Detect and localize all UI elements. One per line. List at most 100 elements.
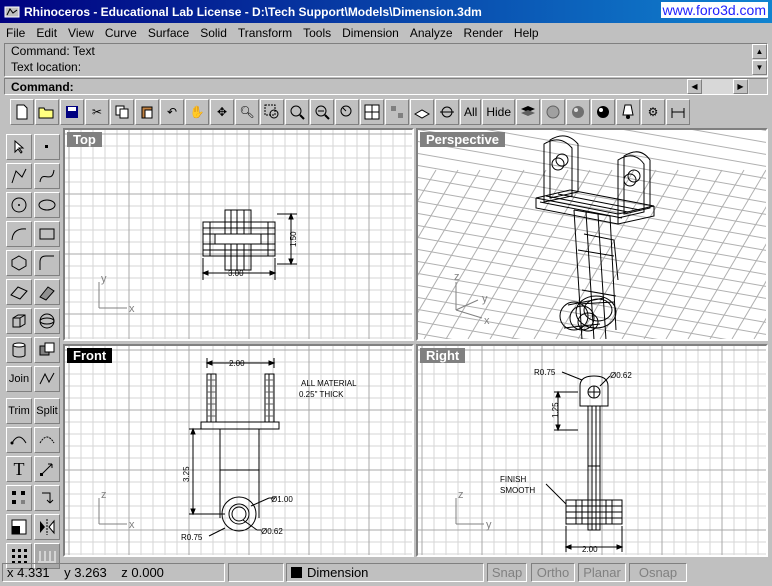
arc-icon[interactable]: [6, 221, 32, 247]
menu-curve[interactable]: Curve: [105, 26, 137, 40]
command-history: Command: Text Text location: ▲ ▼: [4, 43, 768, 77]
rotate-view-icon[interactable]: ✥: [210, 99, 234, 125]
title-bar: Rhinoceros - Educational Lab License - D…: [0, 0, 772, 23]
mirror-icon[interactable]: [34, 514, 60, 540]
box-icon[interactable]: [6, 308, 32, 334]
array-icon[interactable]: [6, 485, 32, 511]
layers-icon[interactable]: [516, 99, 541, 125]
viewport-top[interactable]: Top 3.00 1.50 y x: [63, 128, 414, 341]
note-line-1: FINISH: [500, 475, 526, 484]
ortho-toggle[interactable]: Ortho: [531, 563, 575, 582]
select-arrow-icon[interactable]: [6, 134, 32, 160]
sweep-icon[interactable]: [34, 279, 60, 305]
zoom-selected-icon[interactable]: [310, 99, 334, 125]
scroll-right-icon[interactable]: ▶: [733, 79, 748, 94]
zoom-icon[interactable]: 🔍︎: [235, 99, 259, 125]
viewport-right[interactable]: Right R0.75 Ø0.62 1.25 2.00 FINISH SMOOT…: [416, 344, 768, 557]
paste-icon[interactable]: [135, 99, 159, 125]
history-line: Text location:: [11, 60, 82, 74]
hide-button[interactable]: Hide: [482, 99, 516, 125]
scroll-up-icon[interactable]: ▲: [752, 44, 767, 59]
trim-button[interactable]: Trim: [6, 398, 32, 424]
point-icon[interactable]: [34, 134, 60, 160]
open-folder-icon[interactable]: [35, 99, 59, 125]
note-line-2: 0.25" THICK: [299, 390, 344, 399]
current-layer[interactable]: Dimension: [286, 563, 484, 582]
split-button[interactable]: Split: [34, 398, 60, 424]
circle-icon[interactable]: [6, 192, 32, 218]
z-value: 0.000: [131, 565, 164, 580]
join-button[interactable]: Join: [6, 366, 32, 392]
menu-dimension[interactable]: Dimension: [342, 26, 399, 40]
cylinder-icon[interactable]: [6, 337, 32, 363]
menu-help[interactable]: Help: [514, 26, 539, 40]
four-viewports-icon[interactable]: [360, 99, 384, 125]
menu-tools[interactable]: Tools: [303, 26, 331, 40]
move-icon[interactable]: [34, 456, 60, 482]
dim-height-label: 1.50: [289, 231, 298, 247]
viewport-title[interactable]: Front: [67, 348, 113, 363]
copy-icon[interactable]: [110, 99, 134, 125]
dim-inner-diameter: Ø0.62: [261, 527, 283, 536]
snap-toggle[interactable]: Snap: [487, 563, 527, 582]
menu-solid[interactable]: Solid: [200, 26, 227, 40]
rotate-icon[interactable]: [34, 485, 60, 511]
axis-z-label: z: [101, 489, 107, 501]
window-title: Rhinoceros - Educational Lab License - D…: [24, 4, 482, 19]
menu-file[interactable]: File: [6, 26, 25, 40]
menu-render[interactable]: Render: [464, 26, 503, 40]
menu-view[interactable]: View: [68, 26, 94, 40]
pan-hand-icon[interactable]: ✋: [185, 99, 209, 125]
curve-icon[interactable]: [34, 163, 60, 189]
command-scrollbar[interactable]: ◀ ▶: [687, 79, 749, 94]
menu-transform[interactable]: Transform: [238, 26, 292, 40]
scale-icon[interactable]: [6, 514, 32, 540]
cut-icon[interactable]: ✂: [85, 99, 109, 125]
cplane-icon[interactable]: [410, 99, 434, 125]
viewport-perspective[interactable]: Perspective z y x: [416, 128, 768, 341]
history-scrollbar[interactable]: ▲ ▼: [752, 44, 767, 76]
new-file-icon[interactable]: [10, 99, 34, 125]
save-icon[interactable]: [60, 99, 84, 125]
shade-icon[interactable]: [541, 99, 566, 125]
rebuild-icon[interactable]: [6, 427, 32, 453]
scroll-left-icon[interactable]: ◀: [687, 79, 702, 94]
undo-view-icon[interactable]: [335, 99, 359, 125]
explode-icon[interactable]: [34, 366, 60, 392]
osnap-toggle[interactable]: Osnap: [629, 563, 687, 582]
layer-name: Dimension: [307, 565, 369, 580]
render-icon[interactable]: [591, 99, 616, 125]
planar-toggle[interactable]: Planar: [578, 563, 626, 582]
fillet-icon[interactable]: [34, 250, 60, 276]
render-preview-icon[interactable]: [566, 99, 591, 125]
edit-points-icon[interactable]: [34, 427, 60, 453]
show-all-button[interactable]: All: [460, 99, 482, 125]
polygon-icon[interactable]: [6, 250, 32, 276]
viewport-front[interactable]: Front 2.00 3.25 Ø1.00 Ø0.62 R0.75 ALL MA…: [63, 344, 414, 557]
light-icon[interactable]: [616, 99, 641, 125]
named-view-icon[interactable]: [435, 99, 459, 125]
sphere-icon[interactable]: [34, 308, 60, 334]
viewport-title[interactable]: Top: [67, 132, 102, 147]
grid-snap-icon[interactable]: [385, 99, 409, 125]
zoom-extents-icon[interactable]: [285, 99, 309, 125]
text-tool-icon[interactable]: T: [6, 456, 32, 482]
menu-analyze[interactable]: Analyze: [410, 26, 453, 40]
command-prompt: Command:: [11, 80, 74, 94]
surface-icon[interactable]: [6, 279, 32, 305]
polyline-icon[interactable]: [6, 163, 32, 189]
dimension-tool-icon[interactable]: [666, 99, 691, 125]
menu-edit[interactable]: Edit: [36, 26, 57, 40]
zoom-window-icon[interactable]: [260, 99, 284, 125]
options-gear-icon[interactable]: ⚙: [641, 99, 666, 125]
viewport-title[interactable]: Right: [420, 348, 466, 363]
dim-top-label: 2.00: [229, 359, 245, 368]
menu-surface[interactable]: Surface: [148, 26, 189, 40]
ellipse-icon[interactable]: [34, 192, 60, 218]
command-line[interactable]: Command: ◀ ▶: [4, 78, 768, 95]
rectangle-icon[interactable]: [34, 221, 60, 247]
scroll-down-icon[interactable]: ▼: [752, 60, 767, 75]
viewport-title[interactable]: Perspective: [420, 132, 505, 147]
undo-icon[interactable]: ↶: [160, 99, 184, 125]
boolean-icon[interactable]: [34, 337, 60, 363]
